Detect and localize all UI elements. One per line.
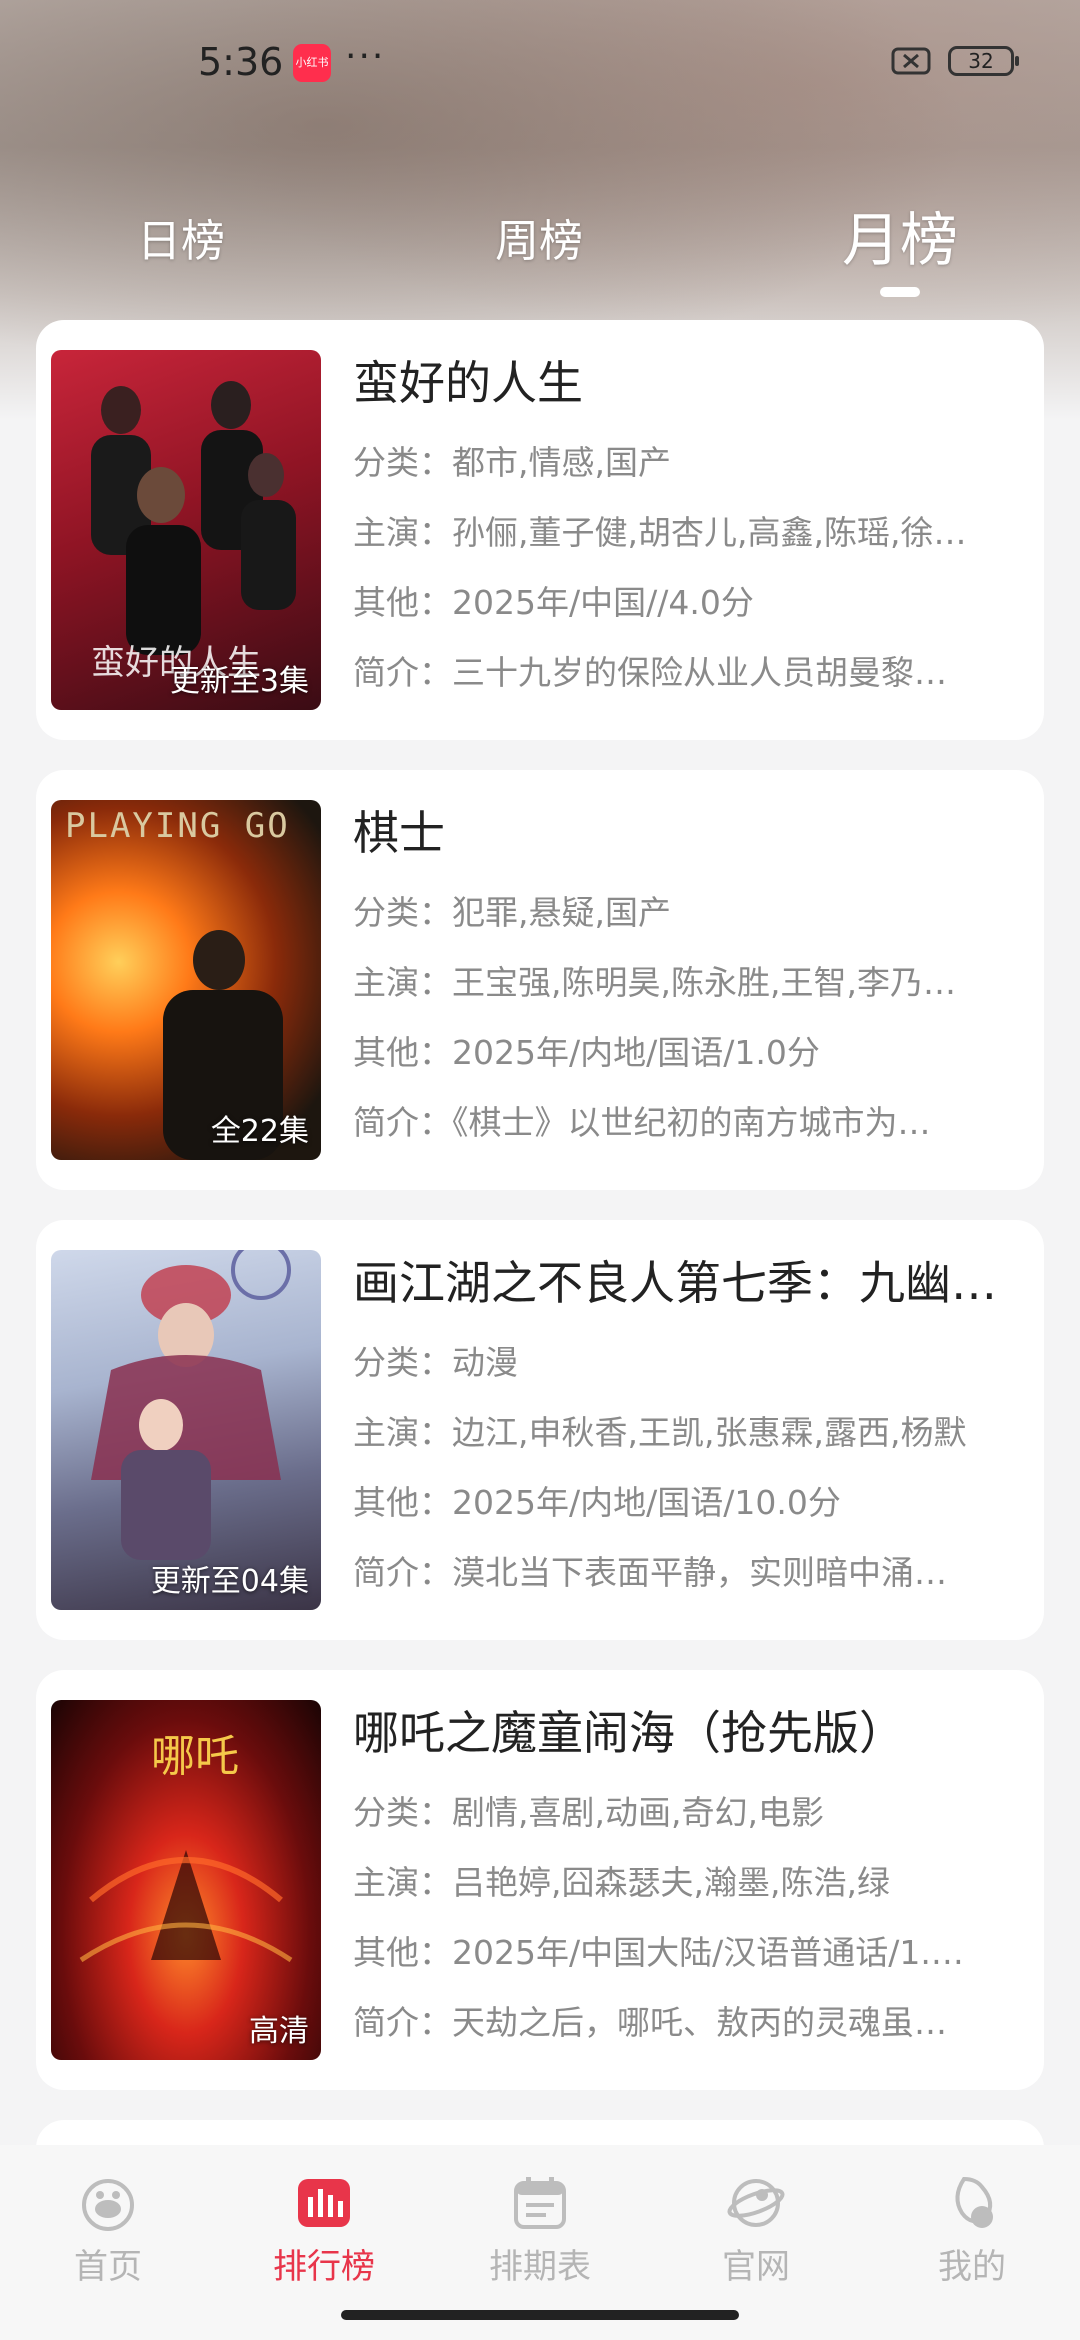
- item-cast: 主演：边江,申秋香,王凯,张惠霖,露西,杨默: [353, 1413, 967, 1452]
- item-title: 蛮好的人生: [353, 356, 583, 410]
- quality-badge: 高清: [249, 2014, 309, 2049]
- poster-title-text: PLAYING GO: [65, 806, 290, 846]
- item-intro: 简介：《棋士》以世纪初的南方城市为…: [353, 1103, 931, 1142]
- status-bar: 5:36 小红书 ··· 32: [0, 30, 1080, 94]
- item-cast: 主演：王宝强,陈明昊,陈永胜,王智,李乃…: [353, 963, 956, 1002]
- nav-official-site-label: 官网: [722, 2247, 790, 2287]
- item-intro: 简介：漠北当下表面平静，实则暗中涌…: [353, 1553, 947, 1592]
- sim-no-signal-icon: [891, 47, 931, 75]
- xiaohongshu-app-icon: 小红书: [293, 44, 331, 82]
- item-category: 分类：都市,情感,国产: [353, 443, 671, 482]
- nav-ranking-label: 排行榜: [273, 2247, 375, 2287]
- poster-image: 更新至04集: [51, 1250, 321, 1610]
- nav-profile[interactable]: 我的: [902, 2173, 1042, 2288]
- tab-weekly[interactable]: 周榜: [495, 205, 583, 269]
- item-other: 其他：2025年/中国//4.0分: [353, 583, 754, 622]
- item-other: 其他：2025年/内地/国语/10.0分: [353, 1483, 841, 1522]
- item-other: 其他：2025年/中国大陆/汉语普通话/1.…: [353, 1933, 964, 1972]
- nav-home[interactable]: 首页: [38, 2173, 178, 2288]
- nav-schedule[interactable]: 排期表: [470, 2173, 610, 2288]
- list-item[interactable]: 蛮好的人生 更新至3集 蛮好的人生 分类：都市,情感,国产 主演：孙俪,董子健,…: [36, 320, 1044, 740]
- tab-monthly[interactable]: 月榜: [842, 193, 958, 277]
- item-cast: 主演：孙俪,董子健,胡杏儿,高鑫,陈瑶,徐…: [353, 513, 967, 552]
- more-notifications-icon: ···: [345, 36, 386, 77]
- item-category: 分类：剧情,喜剧,动画,奇幻,电影: [353, 1793, 824, 1832]
- item-other: 其他：2025年/内地/国语/1.0分: [353, 1033, 820, 1072]
- active-tab-indicator: [880, 287, 920, 297]
- nav-schedule-label: 排期表: [489, 2247, 591, 2287]
- poster-title-text: 哪吒: [151, 1731, 239, 1782]
- list-item[interactable]: 更新至04集 画江湖之不良人第七季：九幽… 分类：动漫 主演：边江,申秋香,王凯…: [36, 1220, 1044, 1640]
- item-title: 画江湖之不良人第七季：九幽…: [353, 1256, 997, 1310]
- nav-official-site[interactable]: 官网: [686, 2173, 826, 2288]
- nav-profile-label: 我的: [938, 2247, 1006, 2287]
- tab-daily[interactable]: 日榜: [137, 205, 225, 269]
- item-category: 分类：犯罪,悬疑,国产: [353, 893, 671, 932]
- list-item[interactable]: 哪吒 高清 哪吒之魔童闹海（抢先版） 分类：剧情,喜剧,动画,奇幻,电影 主演：…: [36, 1670, 1044, 2090]
- nav-home-label: 首页: [74, 2247, 142, 2287]
- globe-icon: [727, 2179, 785, 2227]
- status-time: 5:36: [198, 40, 284, 84]
- item-title: 棋士: [353, 806, 445, 860]
- ranking-tabs: 日榜 周榜 月榜: [0, 205, 1080, 297]
- poster-image: 蛮好的人生 更新至3集: [51, 350, 321, 710]
- item-cast: 主演：吕艳婷,囧森瑟夫,瀚墨,陈浩,绿: [353, 1863, 890, 1902]
- item-intro: 简介：三十九岁的保险从业人员胡曼黎…: [353, 653, 947, 692]
- battery-icon: 32: [948, 46, 1019, 76]
- item-intro: 简介：天劫之后，哪吒、敖丙的灵魂虽…: [353, 2003, 947, 2042]
- item-category: 分类：动漫: [353, 1343, 518, 1382]
- profile-icon: [955, 2176, 993, 2228]
- home-indicator[interactable]: [341, 2310, 739, 2320]
- episode-badge: 更新至04集: [150, 1564, 309, 1599]
- item-title: 哪吒之魔童闹海（抢先版）: [353, 1706, 905, 1760]
- poster-image: 哪吒 高清: [51, 1700, 321, 2060]
- list-item[interactable]: PLAYING GO 全22集 棋士 分类：犯罪,悬疑,国产 主演：王宝强,陈明…: [36, 770, 1044, 1190]
- poster-image: PLAYING GO 全22集: [51, 800, 321, 1160]
- ranking-icon: [298, 2179, 350, 2227]
- nav-ranking[interactable]: 排行榜: [254, 2173, 394, 2288]
- episode-badge: 全22集: [210, 1114, 309, 1149]
- episode-badge: 更新至3集: [169, 664, 309, 699]
- home-icon: [82, 2179, 134, 2231]
- calendar-icon: [514, 2177, 566, 2229]
